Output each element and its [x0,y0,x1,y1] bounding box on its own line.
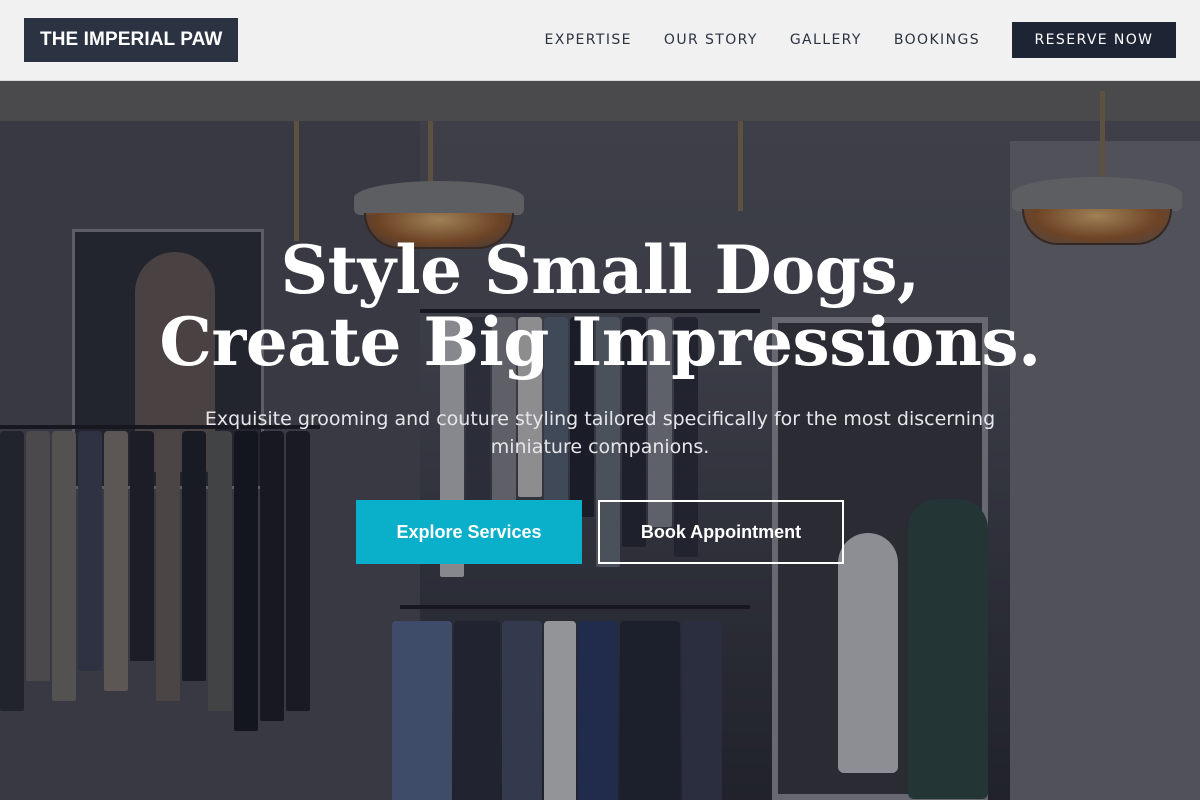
nav-link-our-story[interactable]: OUR STORY [664,32,758,48]
book-appointment-button[interactable]: Book Appointment [598,500,844,564]
hero-title-line-1: Style Small Dogs, [280,231,920,309]
explore-services-button[interactable]: Explore Services [356,500,582,564]
main-nav: EXPERTISE OUR STORY GALLERY BOOKINGS RES… [544,22,1176,58]
hero-title-line-2: Create Big Impressions. [159,303,1041,381]
hero-title: Style Small Dogs, Create Big Impressions… [0,234,1200,378]
nav-link-bookings[interactable]: BOOKINGS [894,32,980,48]
brand-logo[interactable]: THE IMPERIAL PAW [24,18,239,62]
reserve-now-button[interactable]: RESERVE NOW [1012,22,1176,58]
hero-subtitle: Exquisite grooming and couture styling t… [204,408,996,458]
nav-link-expertise[interactable]: EXPERTISE [544,32,631,48]
site-header: THE IMPERIAL PAW EXPERTISE OUR STORY GAL… [0,0,1200,81]
nav-link-gallery[interactable]: GALLERY [790,32,862,48]
